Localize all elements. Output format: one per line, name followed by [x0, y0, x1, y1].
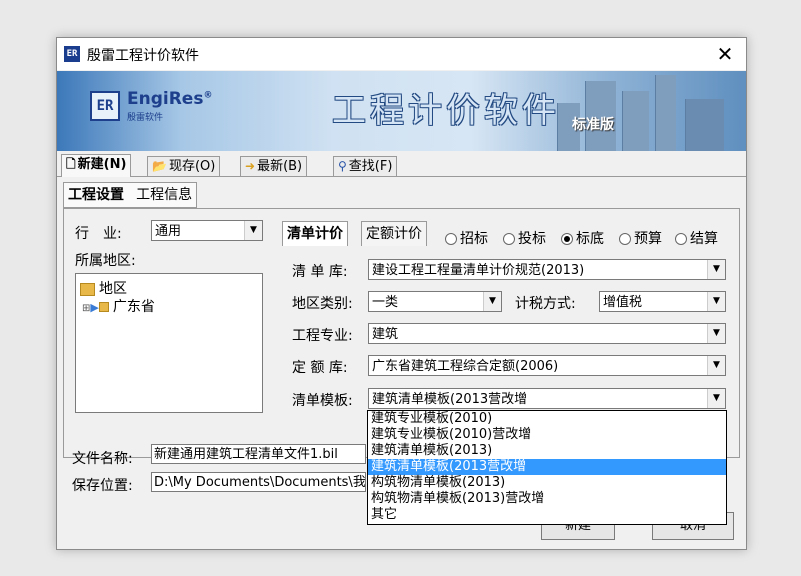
building-graphic: [685, 99, 724, 151]
chevron-down-icon: ▼: [244, 221, 262, 240]
recent-icon: ➜: [245, 159, 256, 173]
radio-icon: [503, 233, 515, 245]
industry-label: 行 业:: [75, 226, 122, 242]
dropdown-option[interactable]: 构筑物清单模板(2013): [368, 475, 726, 491]
chevron-down-icon: ▼: [707, 324, 725, 343]
new-file-icon: 🗋: [66, 157, 76, 171]
chevron-down-icon: ▼: [707, 260, 725, 279]
file-name-label: 文件名称:: [72, 451, 133, 467]
sub-tab-bar: 工程设置 工程信息: [63, 182, 198, 208]
tax-method-select[interactable]: 增值税 ▼: [599, 291, 726, 312]
chevron-down-icon: ▼: [483, 292, 501, 311]
tax-method-label: 计税方式:: [515, 296, 576, 312]
edition-label: 标准版: [572, 117, 614, 133]
bill-library-label: 清 单 库:: [292, 264, 348, 280]
radio-base-price[interactable]: 标底: [561, 228, 604, 248]
window-title: 殷雷工程计价软件: [87, 48, 199, 64]
chevron-down-icon: ▼: [707, 389, 725, 408]
app-icon: ER: [64, 46, 80, 62]
radio-icon: [445, 233, 457, 245]
close-icon[interactable]: ✕: [712, 41, 738, 67]
tree-node-guangdong[interactable]: ⊞▶ 广东省: [82, 296, 155, 316]
building-graphic: [622, 91, 649, 151]
dropdown-option[interactable]: 建筑专业模板(2010)营改增: [368, 427, 726, 443]
radio-settlement[interactable]: 结算: [675, 228, 718, 248]
quota-library-select[interactable]: 广东省建筑工程综合定额(2006) ▼: [368, 355, 726, 376]
bill-template-label: 清单模板:: [292, 393, 353, 409]
dropdown-option[interactable]: 建筑专业模板(2010): [368, 411, 726, 427]
region-type-select[interactable]: 一类 ▼: [368, 291, 502, 312]
radio-icon: [675, 233, 687, 245]
tab-bill-pricing[interactable]: 清单计价: [282, 221, 348, 246]
bill-library-select[interactable]: 建设工程工程量清单计价规范(2013) ▼: [368, 259, 726, 280]
tab-existing[interactable]: 📂 现存(O): [147, 156, 221, 176]
file-name-input[interactable]: 新建通用建筑工程清单文件1.bil: [151, 444, 366, 464]
tab-project-info[interactable]: 工程信息: [132, 183, 196, 207]
dropdown-option[interactable]: 其它: [368, 507, 726, 523]
title-bar: ER 殷雷工程计价软件 ✕: [57, 38, 746, 70]
tab-recent[interactable]: ➜ 最新(B): [240, 156, 308, 176]
radio-icon: [619, 233, 631, 245]
banner: ER EngiRes® 殷雷软件 工程计价软件 标准版: [57, 71, 746, 151]
region-type-label: 地区类别:: [292, 296, 353, 312]
radio-budget[interactable]: 预算: [619, 228, 662, 248]
bill-template-dropdown-list[interactable]: 建筑专业模板(2010) 建筑专业模板(2010)营改增 建筑清单模板(2013…: [367, 410, 727, 525]
open-folder-icon: 📂: [152, 159, 167, 173]
logo-sub: 殷雷软件: [127, 113, 164, 123]
binoculars-icon: ⚲: [338, 159, 347, 173]
logo-name: EngiRes®: [127, 89, 213, 109]
dropdown-option[interactable]: 建筑清单模板(2013): [368, 443, 726, 459]
tab-project-settings[interactable]: 工程设置: [64, 183, 128, 207]
banner-title: 工程计价软件: [332, 91, 560, 131]
chevron-down-icon: ▼: [707, 292, 725, 311]
region-label: 所属地区:: [75, 253, 136, 269]
building-graphic: [655, 75, 676, 151]
folder-icon: [80, 282, 95, 296]
engires-logo-icon: ER: [90, 91, 120, 121]
tree-node-root[interactable]: 地区: [80, 278, 127, 298]
save-path-label: 保存位置:: [72, 478, 133, 494]
chevron-down-icon: ▼: [707, 356, 725, 375]
dropdown-option-selected[interactable]: 建筑清单模板(2013营改增: [368, 459, 726, 475]
quota-library-label: 定 额 库:: [292, 360, 348, 376]
arrow-icon: ▶: [90, 301, 99, 314]
tab-quota-pricing[interactable]: 定额计价: [361, 221, 427, 246]
industry-select[interactable]: 通用 ▼: [151, 220, 263, 241]
dropdown-option[interactable]: 构筑物清单模板(2013)营改增: [368, 491, 726, 507]
radio-tender[interactable]: 招标: [445, 228, 488, 248]
bill-template-select[interactable]: 建筑清单模板(2013营改增 ▼: [368, 388, 726, 409]
tab-new[interactable]: 🗋 新建(N): [61, 154, 132, 177]
folder-icon: [98, 302, 109, 312]
specialty-select[interactable]: 建筑 ▼: [368, 323, 726, 344]
specialty-label: 工程专业:: [292, 328, 353, 344]
radio-bid[interactable]: 投标: [503, 228, 546, 248]
save-path-input[interactable]: D:\My Documents\Documents\我的: [151, 472, 366, 492]
tab-search[interactable]: ⚲ 查找(F): [333, 156, 398, 176]
main-tab-bar: 🗋 新建(N) 📂 现存(O) ➜ 最新(B) ⚲ 查找(F): [57, 154, 746, 177]
radio-icon: [561, 233, 573, 245]
region-tree[interactable]: 地区 ⊞▶ 广东省: [75, 273, 263, 413]
